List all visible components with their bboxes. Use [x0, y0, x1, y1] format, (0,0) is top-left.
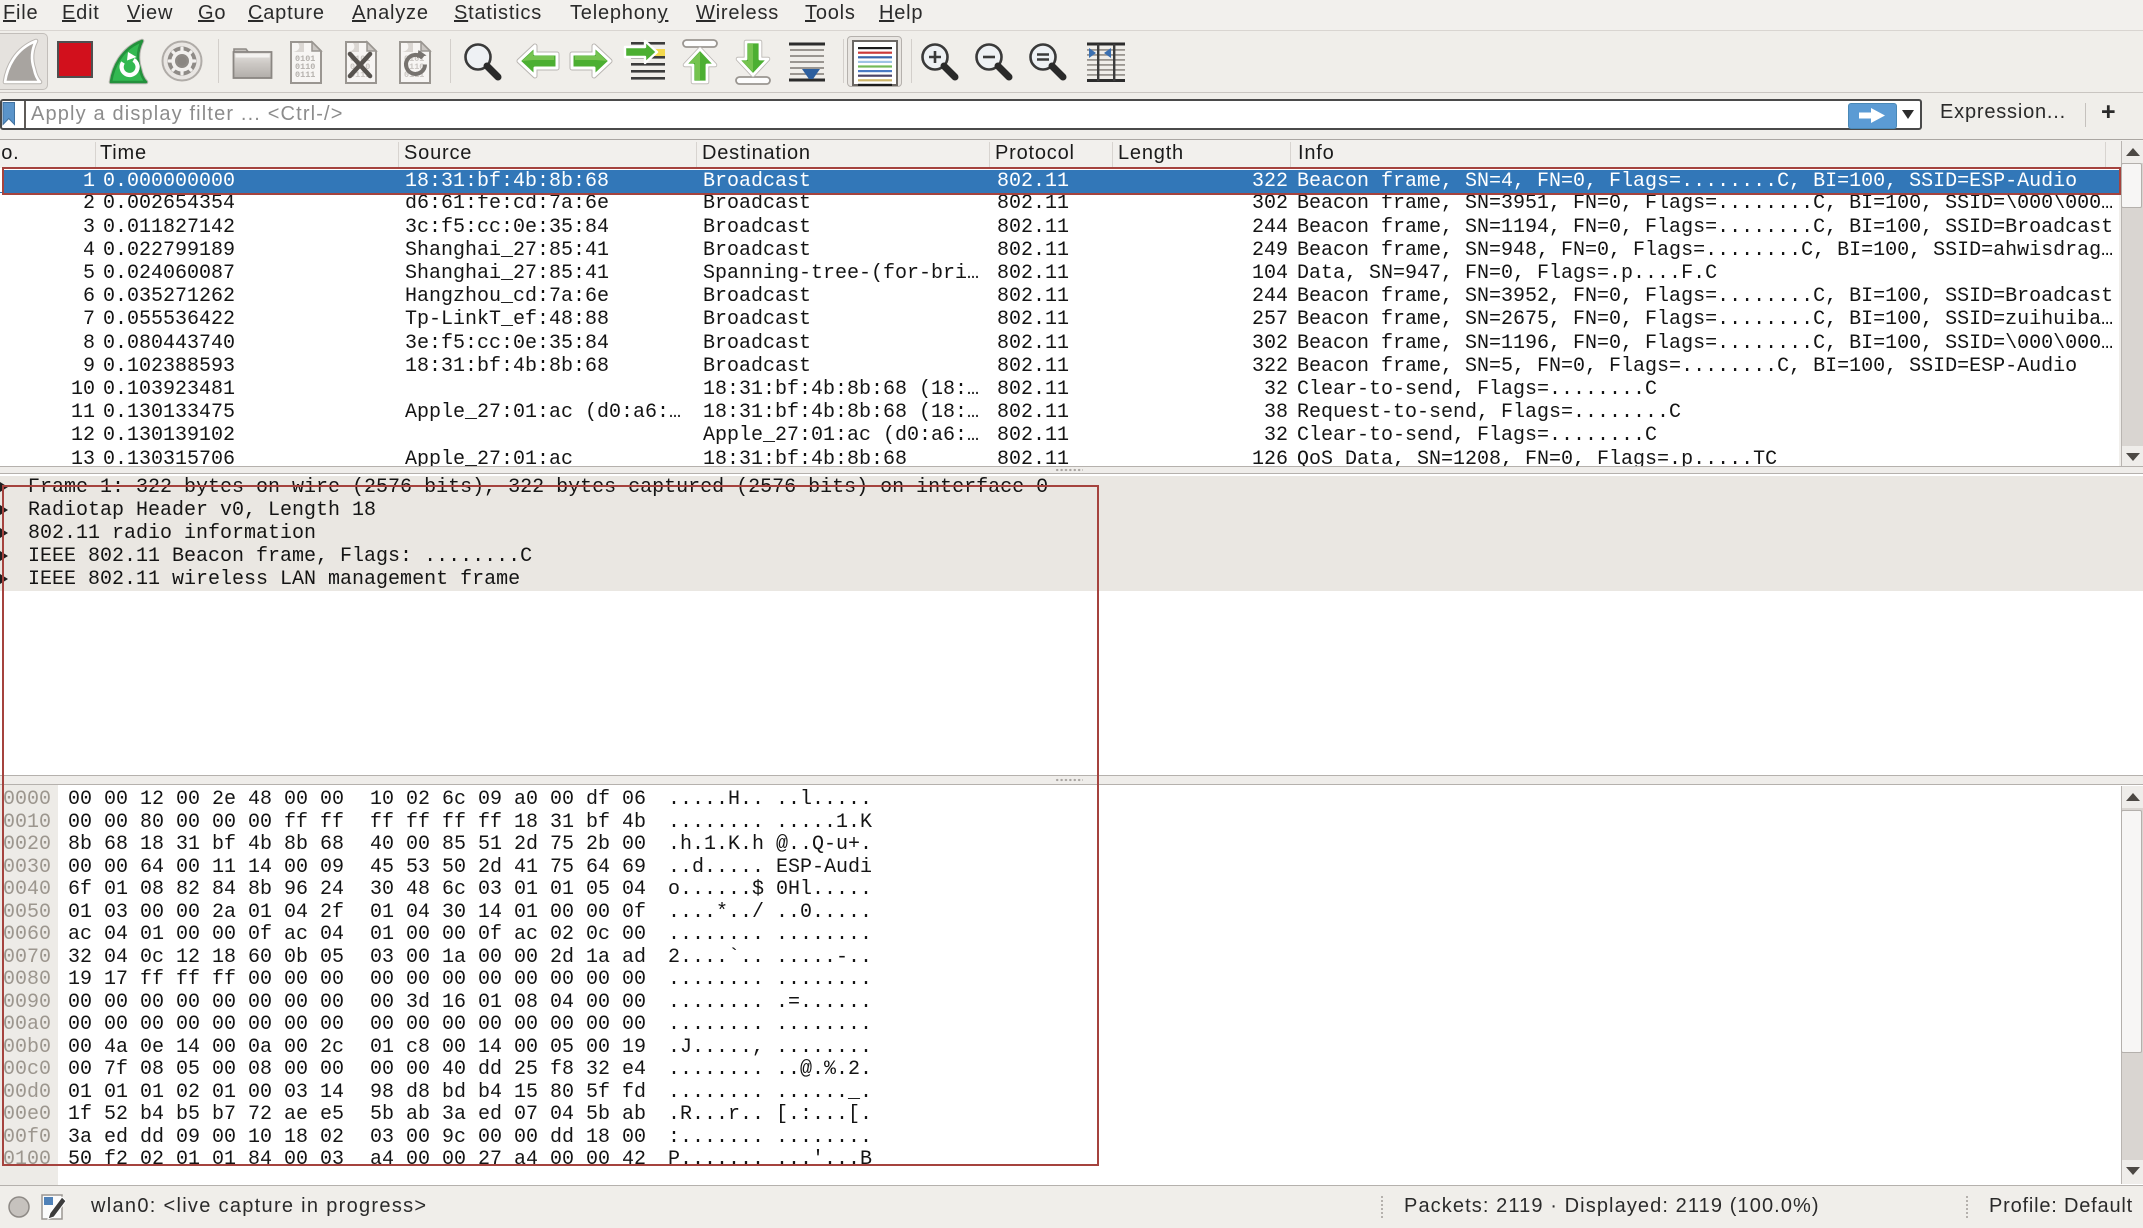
svg-text:0111: 0111	[295, 70, 315, 80]
